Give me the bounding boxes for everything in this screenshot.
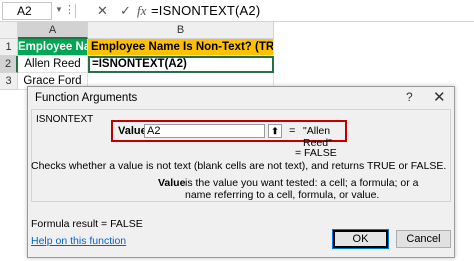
function-arguments-dialog: Function Arguments ? ✕ ISNONTEXT Value A… [27,86,455,258]
help-icon[interactable]: ? [406,90,413,104]
value-label: Value [118,125,147,137]
argument-description: is the value you want tested: a cell; a … [185,177,419,201]
dialog-title: Function Arguments [35,92,138,104]
function-description: Checks whether a value is not text (blan… [31,160,447,172]
spreadsheet-grid: A B 1 2 3 Employee Name Employee Name Is… [0,22,474,90]
insert-function-icon[interactable]: fx [137,3,146,19]
value-argument-highlight: Value A2 ⬆ = "Allen Reed" [111,120,347,149]
cancel-button[interactable]: Cancel [396,230,451,248]
cell-b1[interactable]: Employee Name Is Non-Text? (TRUE/FALSE) [88,39,274,56]
select-all-corner[interactable] [0,22,18,39]
cell-b2[interactable]: =ISNONTEXT(A2) [88,56,274,73]
column-header-b[interactable]: B [88,22,274,39]
row-header-3[interactable]: 3 [0,73,18,90]
name-box-dropdown-icon[interactable]: ▼ [55,5,63,14]
formula-bar: A2 ▼ ⋮ ✕ ✓ fx =ISNONTEXT(A2) [0,0,474,22]
cell-a1[interactable]: Employee Name [18,39,88,56]
argument-name: Value [158,177,186,189]
argument-equals: = [289,125,296,137]
function-name: ISNONTEXT [36,114,94,125]
help-on-function-link[interactable]: Help on this function [31,235,126,247]
column-header-a[interactable]: A [18,22,88,39]
formula-result: Formula result = FALSE [31,218,143,230]
ok-button[interactable]: OK [332,229,389,249]
cancel-icon[interactable]: ✕ [97,3,108,19]
formula-input[interactable]: =ISNONTEXT(A2) [151,3,260,18]
cell-a2[interactable]: Allen Reed [18,56,88,73]
collapse-dialog-icon[interactable]: ⬆ [268,124,282,138]
row-header-1[interactable]: 1 [0,39,18,56]
close-icon[interactable]: ✕ [433,88,446,106]
more-dots-icon: ⋮ [64,4,75,16]
function-result-preview: = FALSE [295,147,337,159]
argument-value-preview: "Allen Reed" [303,125,332,149]
enter-icon[interactable]: ✓ [120,3,131,19]
name-box[interactable]: A2 [2,2,52,20]
value-input[interactable]: A2 [144,124,265,138]
row-header-2[interactable]: 2 [0,56,18,73]
formula-bar-separator [75,4,76,18]
